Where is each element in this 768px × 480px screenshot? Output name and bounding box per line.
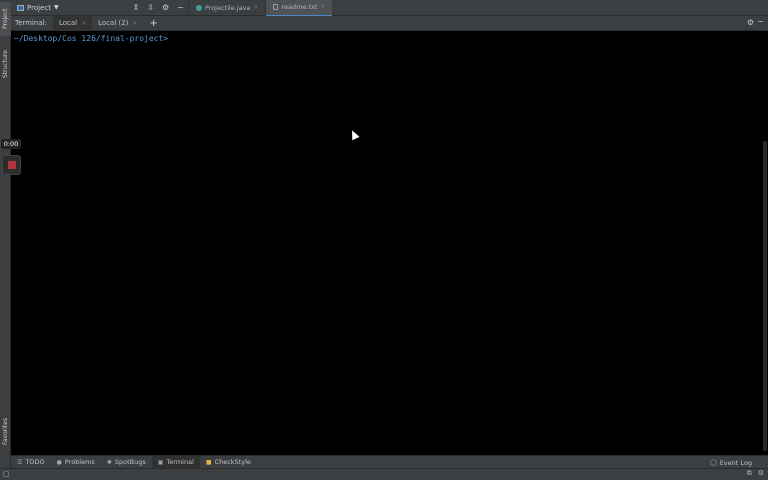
stop-recording-button[interactable]: [2, 155, 21, 175]
tool-tab-spotbugs[interactable]: ✱ SpotBugs: [101, 456, 152, 469]
add-terminal-tab-button[interactable]: +: [143, 18, 163, 29]
favorites-tool-tab[interactable]: Favorites: [0, 410, 11, 452]
todo-icon: ☰: [17, 458, 23, 466]
top-bar: Project ▼ ⇕ ⇳ ⚙ − Projectile.java × read…: [11, 0, 768, 17]
gear-icon[interactable]: ⚙: [747, 18, 754, 27]
tool-window-bar: ☰ TODO ● Problems ✱ SpotBugs ▣ Terminal …: [11, 455, 768, 469]
java-class-icon: [195, 4, 202, 11]
mouse-cursor-icon: [348, 128, 360, 141]
project-tool-tab[interactable]: Project: [0, 2, 11, 36]
tool-tab-terminal[interactable]: ▣ Terminal: [151, 455, 200, 469]
toggle-tool-windows-icon[interactable]: ▢: [3, 470, 10, 478]
expand-all-icon[interactable]: ⇕: [133, 0, 140, 16]
gear-icon[interactable]: ⚙: [162, 0, 169, 16]
terminal-tab-local[interactable]: Local ×: [52, 15, 93, 31]
editor-tab-readme[interactable]: readme.txt ×: [265, 0, 333, 17]
terminal-icon: ▣: [157, 458, 164, 466]
stop-icon: [7, 161, 16, 169]
terminal-tab-local-2[interactable]: Local (2) ×: [92, 16, 143, 31]
tool-tab-checkstyle[interactable]: ■ CheckStyle: [200, 456, 257, 469]
minimize-icon[interactable]: −: [177, 0, 184, 16]
status-bar: ▢ ⧉ ⚙: [0, 468, 768, 480]
editor-tab-projectile[interactable]: Projectile.java ×: [187, 0, 266, 16]
gear-icon[interactable]: ⚙: [758, 469, 764, 478]
recording-timer: 0:00: [1, 139, 21, 149]
lock-icon[interactable]: ⧉: [747, 469, 752, 478]
terminal-body[interactable]: ~/Desktop/Cos 126/final-project>: [11, 31, 768, 455]
close-icon[interactable]: ×: [81, 20, 86, 27]
bug-icon: ✱: [106, 458, 112, 466]
collapse-all-icon[interactable]: ⇳: [147, 0, 154, 16]
close-icon[interactable]: ×: [320, 3, 325, 10]
structure-tool-tab[interactable]: Structure: [0, 44, 11, 84]
problems-icon: ●: [56, 458, 62, 466]
left-tool-strip: Project Structure Favorites: [0, 0, 11, 480]
tool-tab-todo[interactable]: ☰ TODO: [11, 456, 51, 469]
terminal-prompt: ~/Desktop/Cos 126/final-project>: [14, 34, 169, 43]
terminal-header: Terminal: Local × Local (2) × + ⚙ −: [11, 15, 768, 31]
speech-bubble-icon: ◯: [709, 459, 717, 466]
terminal-label: Terminal:: [15, 19, 47, 27]
close-icon[interactable]: ×: [132, 20, 137, 27]
chevron-down-icon: ▼: [53, 4, 59, 11]
project-icon: [17, 4, 24, 11]
checkstyle-icon: ■: [205, 458, 212, 466]
scrollbar[interactable]: [763, 141, 767, 451]
close-icon[interactable]: ×: [253, 4, 258, 11]
project-view-selector[interactable]: Project ▼: [11, 0, 65, 16]
tool-tab-problems[interactable]: ● Problems: [51, 456, 101, 469]
text-file-icon: [273, 3, 279, 10]
minimize-icon[interactable]: −: [757, 17, 764, 26]
